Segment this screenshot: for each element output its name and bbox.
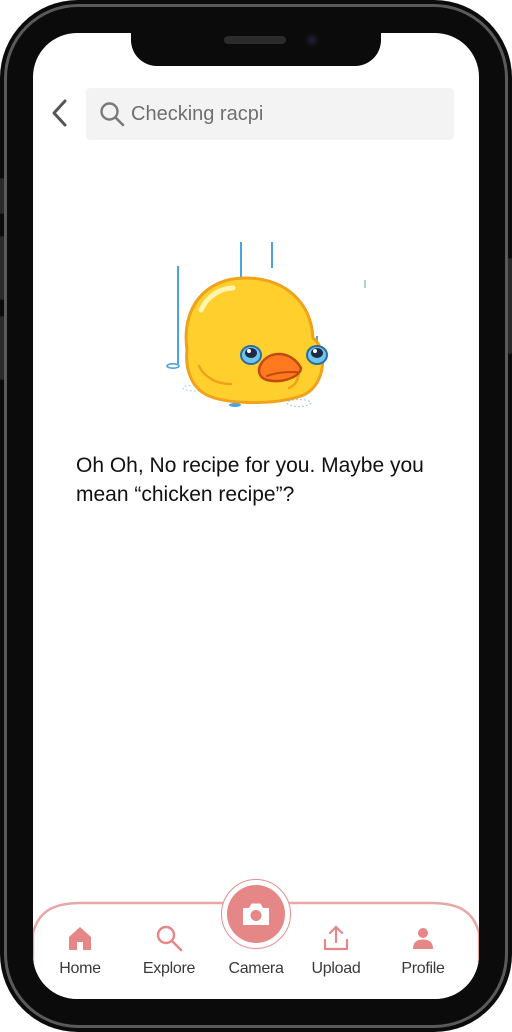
nav-camera-label: Camera — [228, 960, 284, 977]
nav-explore-label: Explore — [142, 960, 196, 977]
volume-down-button — [0, 316, 4, 380]
search-icon — [154, 923, 184, 953]
nav-upload-label: Upload — [311, 960, 361, 977]
nav-profile-label: Profile — [401, 960, 445, 977]
nav-explore[interactable]: Explore — [129, 923, 209, 983]
upload-icon — [321, 923, 351, 953]
volume-up-button — [0, 236, 4, 300]
nav-home-label: Home — [59, 960, 101, 977]
crying-duck-illustration — [166, 242, 366, 408]
search-bar[interactable] — [86, 88, 454, 140]
phone-notch — [131, 22, 381, 66]
nav-home[interactable]: Home — [40, 923, 120, 983]
nav-profile[interactable]: Profile — [383, 923, 463, 983]
front-camera — [305, 33, 319, 47]
speaker-grille — [224, 36, 286, 44]
bottom-navigation: Home Explore Camera Upload Profile — [33, 879, 479, 999]
power-button — [508, 258, 512, 354]
back-button[interactable] — [45, 95, 75, 131]
chevron-left-icon — [52, 99, 67, 127]
nav-upload[interactable]: Upload — [296, 923, 376, 983]
search-icon — [99, 101, 125, 127]
mute-switch — [0, 178, 4, 214]
home-icon — [65, 923, 95, 953]
phone-frame: Oh Oh, No recipe for you. Maybe you mean… — [0, 0, 512, 1032]
phone-screen: Oh Oh, No recipe for you. Maybe you mean… — [33, 33, 479, 999]
no-result-message: Oh Oh, No recipe for you. Maybe you mean… — [76, 454, 424, 506]
user-icon — [408, 923, 438, 953]
search-input[interactable] — [131, 102, 431, 126]
nav-camera[interactable]: Camera — [216, 923, 296, 983]
